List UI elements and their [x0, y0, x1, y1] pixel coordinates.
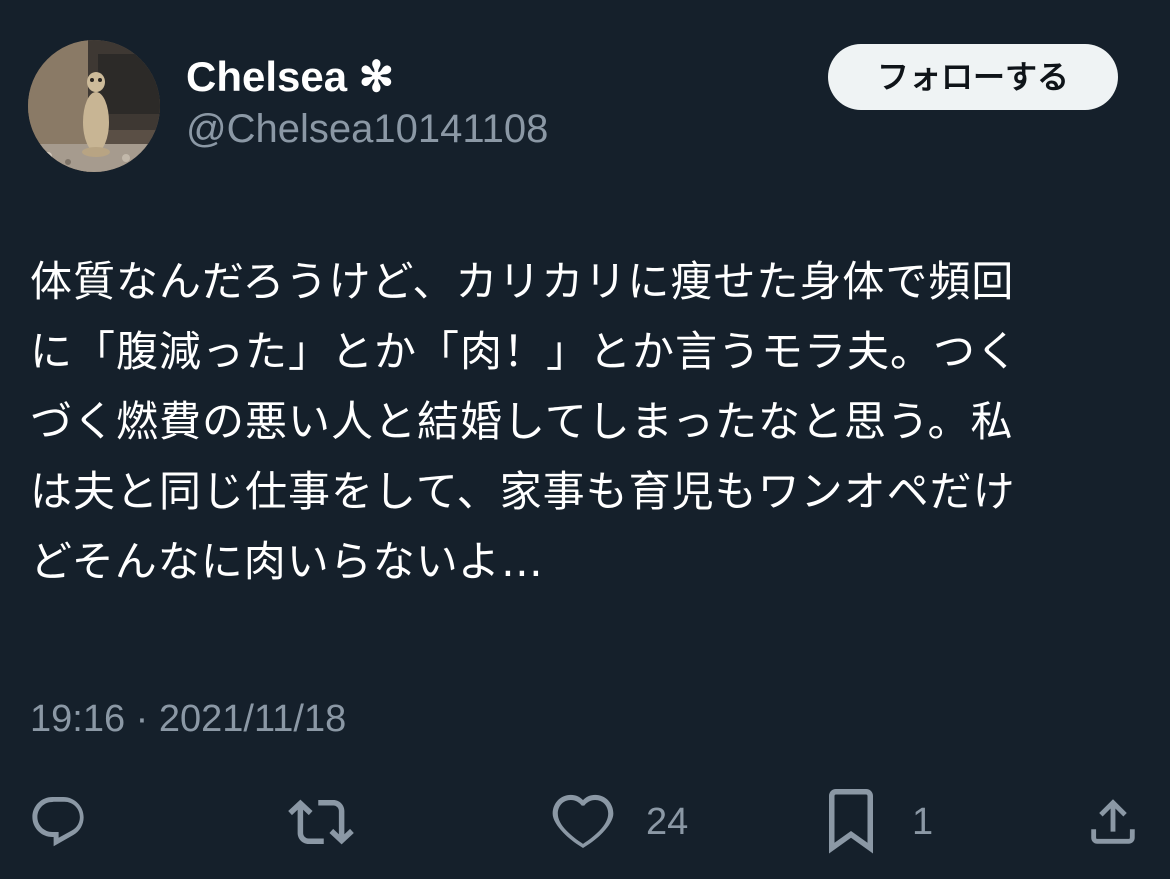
user-handle[interactable]: @Chelsea10141108 — [186, 104, 548, 154]
tweet-text-line: は夫と同じ仕事をして、家事も育児もワンオペだけ — [30, 467, 1016, 516]
like-button[interactable]: 24 — [552, 790, 688, 854]
share-button[interactable] — [1084, 790, 1142, 854]
bookmark-count: 1 — [912, 800, 934, 843]
tweet-text-line: づく燃費の悪い人と結婚してしまったなと思う。私 — [30, 397, 1014, 446]
timestamp-separator: · — [135, 698, 149, 740]
heart-icon — [552, 794, 614, 848]
tweet-text-line: に「腹減った」とか「肉！」とか言うモラ夫。つく — [30, 327, 1020, 376]
tweet-date: 2021/11/18 — [158, 698, 347, 740]
like-count: 24 — [646, 800, 689, 843]
avatar-meerkat-image — [28, 40, 160, 172]
retweet-button[interactable] — [288, 790, 354, 854]
tweet-text-line: 体質なんだろうけど、カリカリに痩せた身体で頻回 — [30, 257, 1015, 306]
avatar[interactable] — [28, 40, 160, 172]
display-name[interactable]: Chelsea ✻ — [186, 52, 394, 102]
tweet-timestamp[interactable]: 19:16 · 2021/11/18 — [30, 696, 346, 742]
retweet-icon — [288, 799, 354, 845]
bookmark-button[interactable]: 1 — [822, 789, 934, 854]
follow-button[interactable]: フォローする — [828, 44, 1118, 110]
share-icon — [1091, 799, 1135, 844]
tweet-time: 19:16 — [30, 698, 126, 740]
tweet-text: 体質なんだろうけど、カリカリに痩せた身体で頻回 に「腹減った」とか「肉！」とか言… — [30, 247, 1142, 597]
reply-button[interactable] — [28, 790, 88, 854]
bookmark-icon — [829, 789, 873, 854]
tweet-text-line: どそんなに肉いらないよ… — [30, 537, 544, 586]
reply-icon — [32, 797, 84, 847]
tweet-card: Chelsea ✻ @Chelsea10141108 フォローする 体質なんだろ… — [0, 0, 1170, 879]
